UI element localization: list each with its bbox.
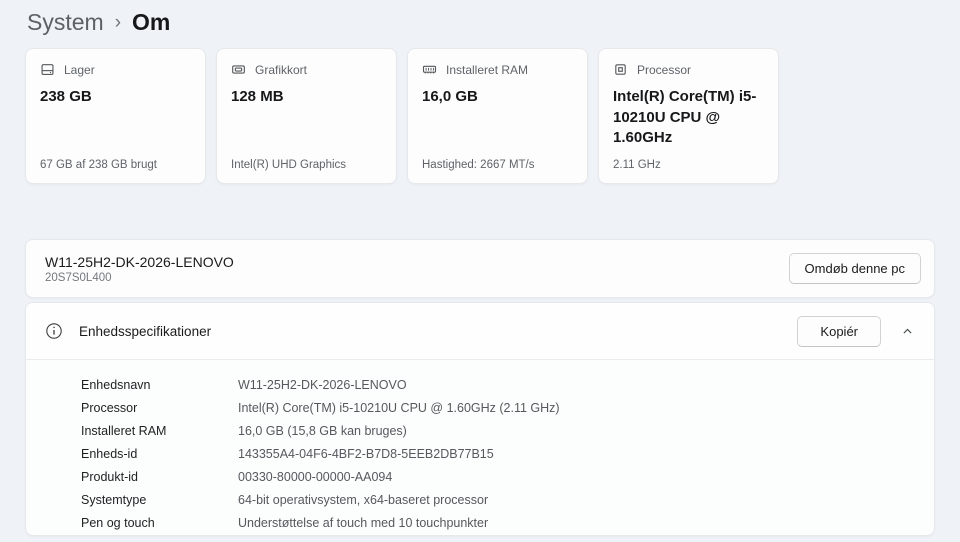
ram-card: Installeret RAM 16,0 GB Hastighed: 2667 … bbox=[407, 48, 588, 184]
ram-card-label: Installeret RAM bbox=[446, 63, 528, 77]
device-specifications-table: Enhedsnavn W11-25H2-DK-2026-LENOVO Proce… bbox=[26, 360, 934, 536]
gpu-card-value: 128 MB bbox=[231, 87, 382, 108]
ram-card-footer: Hastighed: 2667 MT/s bbox=[422, 159, 577, 171]
settings-about-page: System › Om Lager 238 GB 67 GB af 238 GB… bbox=[0, 0, 960, 542]
spec-row-device-id: Enheds-id 143355A4-04F6-4BF2-B7D8-5EEB2D… bbox=[26, 442, 934, 465]
spec-value: 00330-80000-00000-AA094 bbox=[238, 470, 392, 484]
cpu-icon bbox=[613, 62, 628, 77]
gpu-card-footer: Intel(R) UHD Graphics bbox=[231, 159, 386, 171]
device-name: W11-25H2-DK-2026-LENOVO bbox=[45, 254, 789, 270]
storage-card: Lager 238 GB 67 GB af 238 GB brugt bbox=[25, 48, 206, 184]
device-specifications-header: Enhedsspecifikationer Kopiér bbox=[26, 303, 934, 360]
spec-label: Enheds-id bbox=[81, 447, 238, 461]
spec-value: Understøttelse af touch med 10 touchpunk… bbox=[238, 516, 488, 530]
storage-card-value: 238 GB bbox=[40, 87, 191, 108]
spec-row-processor: Processor Intel(R) Core(TM) i5-10210U CP… bbox=[26, 396, 934, 419]
gpu-card-label: Grafikkort bbox=[255, 63, 307, 77]
processor-card-value: Intel(R) Core(TM) i5-10210U CPU @ 1.60GH… bbox=[613, 87, 764, 149]
processor-card-footer: 2.11 GHz bbox=[613, 159, 768, 171]
device-name-card: W11-25H2-DK-2026-LENOVO 20S7S0L400 Omdøb… bbox=[25, 239, 935, 298]
stat-cards-row: Lager 238 GB 67 GB af 238 GB brugt Grafi… bbox=[25, 48, 779, 184]
spec-row-installed-ram: Installeret RAM 16,0 GB (15,8 GB kan bru… bbox=[26, 419, 934, 442]
processor-card-label: Processor bbox=[637, 63, 691, 77]
rename-pc-button[interactable]: Omdøb denne pc bbox=[789, 253, 921, 284]
storage-card-label: Lager bbox=[64, 63, 95, 77]
spec-value: 143355A4-04F6-4BF2-B7D8-5EEB2DB77B15 bbox=[238, 447, 494, 461]
spec-value: 16,0 GB (15,8 GB kan bruges) bbox=[238, 424, 407, 438]
breadcrumb-system[interactable]: System bbox=[27, 9, 104, 36]
ram-icon bbox=[422, 62, 437, 77]
breadcrumb: System › Om bbox=[27, 2, 170, 42]
device-specifications-expander: Enhedsspecifikationer Kopiér Enhedsnavn … bbox=[25, 302, 935, 536]
gpu-icon bbox=[231, 62, 246, 77]
breadcrumb-separator-icon: › bbox=[115, 11, 121, 34]
device-model: 20S7S0L400 bbox=[45, 272, 789, 284]
copy-button[interactable]: Kopiér bbox=[797, 316, 881, 347]
ram-card-value: 16,0 GB bbox=[422, 87, 573, 108]
page-title: Om bbox=[132, 9, 170, 36]
spec-value: W11-25H2-DK-2026-LENOVO bbox=[238, 378, 407, 392]
spec-label: Produkt-id bbox=[81, 470, 238, 484]
spec-row-pen-touch: Pen og touch Understøttelse af touch med… bbox=[26, 511, 934, 534]
spec-label: Installeret RAM bbox=[81, 424, 238, 438]
storage-icon bbox=[40, 62, 55, 77]
storage-card-footer: 67 GB af 238 GB brugt bbox=[40, 159, 195, 171]
processor-card: Processor Intel(R) Core(TM) i5-10210U CP… bbox=[598, 48, 779, 184]
gpu-card: Grafikkort 128 MB Intel(R) UHD Graphics bbox=[216, 48, 397, 184]
info-icon bbox=[45, 322, 63, 340]
spec-row-system-type: Systemtype 64-bit operativsystem, x64-ba… bbox=[26, 488, 934, 511]
chevron-up-icon[interactable] bbox=[894, 318, 920, 344]
spec-value: 64-bit operativsystem, x64-baseret proce… bbox=[238, 493, 488, 507]
spec-label: Systemtype bbox=[81, 493, 238, 507]
spec-label: Processor bbox=[81, 401, 238, 415]
spec-row-product-id: Produkt-id 00330-80000-00000-AA094 bbox=[26, 465, 934, 488]
spec-row-device-name: Enhedsnavn W11-25H2-DK-2026-LENOVO bbox=[26, 373, 934, 396]
spec-label: Pen og touch bbox=[81, 516, 238, 530]
device-specifications-title: Enhedsspecifikationer bbox=[79, 324, 797, 339]
spec-value: Intel(R) Core(TM) i5-10210U CPU @ 1.60GH… bbox=[238, 401, 560, 415]
spec-label: Enhedsnavn bbox=[81, 378, 238, 392]
